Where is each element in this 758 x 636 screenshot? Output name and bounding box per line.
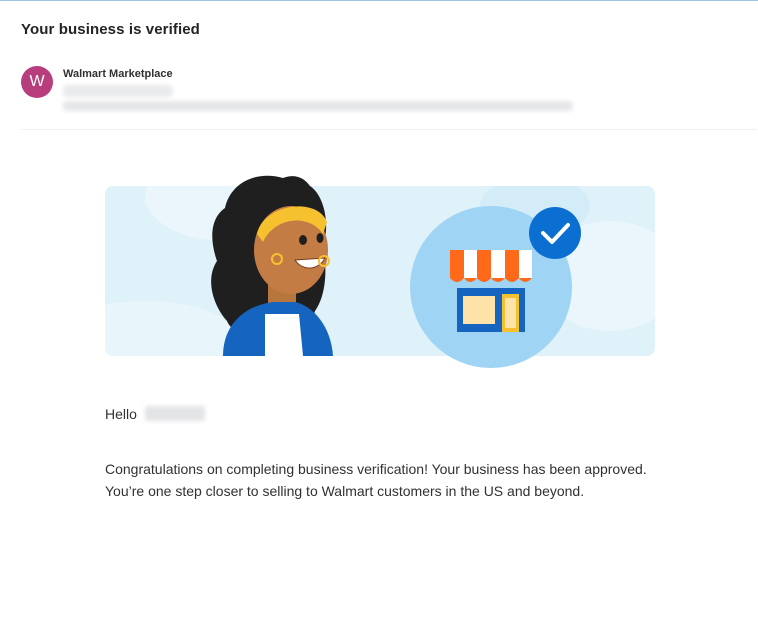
top-accent-line xyxy=(0,0,758,1)
email-body-paragraph: Congratulations on completing business v… xyxy=(105,461,647,499)
checkmark-icon xyxy=(529,207,581,259)
sender-avatar[interactable]: W xyxy=(21,66,53,98)
greeting: Hello xyxy=(105,406,137,422)
redacted-recipient-name xyxy=(145,406,205,421)
banner-background xyxy=(105,186,655,356)
verification-banner xyxy=(105,175,655,368)
email-subject: Your business is verified xyxy=(21,21,200,38)
redacted-recipient-line xyxy=(63,85,173,97)
header-divider xyxy=(21,129,757,130)
redacted-details-line xyxy=(63,101,573,111)
sender-name[interactable]: Walmart Marketplace xyxy=(63,68,173,80)
